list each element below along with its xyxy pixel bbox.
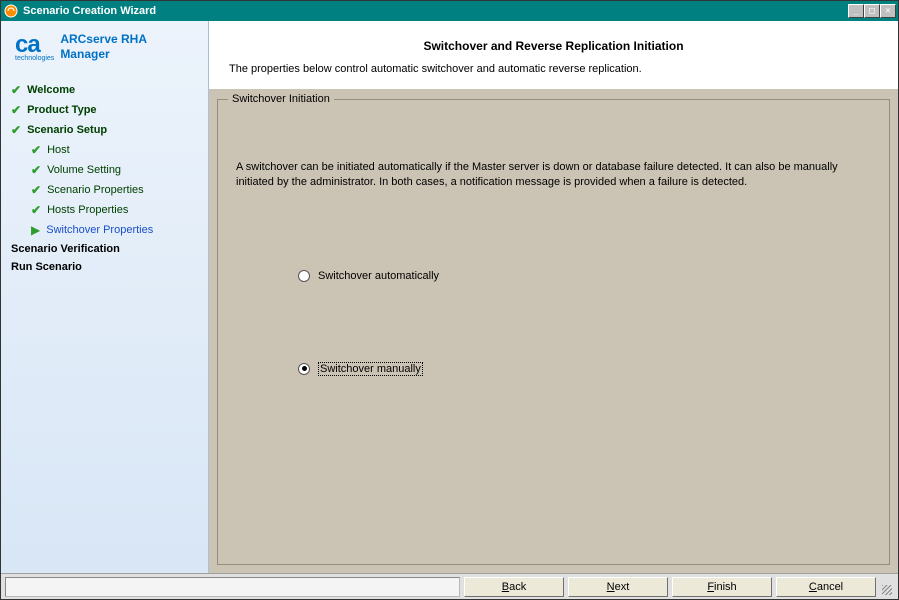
resize-grip[interactable] [880, 577, 894, 597]
nav-scenario-properties[interactable]: ✔ Scenario Properties [9, 180, 200, 200]
next-button[interactable]: Next [568, 577, 668, 597]
nav-hosts-properties[interactable]: ✔ Hosts Properties [9, 200, 200, 220]
branding: ca technologies ARCserve RHA Manager [9, 31, 200, 62]
titlebar[interactable]: Scenario Creation Wizard _ □ × [1, 1, 898, 21]
check-icon: ✔ [31, 203, 41, 217]
nav-scenario-setup[interactable]: ✔ Scenario Setup [9, 120, 200, 140]
nav-run-scenario[interactable]: Run Scenario [9, 258, 200, 276]
close-button[interactable]: × [880, 4, 896, 18]
check-icon: ✔ [31, 163, 41, 177]
check-icon: ✔ [11, 123, 21, 137]
radio-switchover-manual[interactable]: Switchover manually [236, 362, 871, 376]
nav-switchover-properties[interactable]: ▶ Switchover Properties [9, 220, 200, 240]
check-icon: ✔ [31, 143, 41, 157]
page-subtitle: The properties below control automatic s… [229, 63, 878, 75]
check-icon: ✔ [11, 103, 21, 117]
status-bar [5, 577, 460, 597]
check-icon: ✔ [11, 83, 21, 97]
ca-logo: ca technologies [15, 31, 54, 62]
back-button[interactable]: Back [464, 577, 564, 597]
main-panel: Switchover and Reverse Replication Initi… [209, 21, 898, 573]
fieldset-description: A switchover can be initiated automatica… [236, 160, 871, 190]
finish-button[interactable]: Finish [672, 577, 772, 597]
wizard-window: Scenario Creation Wizard _ □ × ca techno… [0, 0, 899, 600]
window-title: Scenario Creation Wizard [23, 5, 848, 17]
fieldset-legend: Switchover Initiation [228, 93, 334, 105]
radio-label: Switchover manually [318, 362, 423, 376]
footer: Back Next Finish Cancel [1, 573, 898, 599]
page-header: Switchover and Reverse Replication Initi… [209, 21, 898, 89]
minimize-button[interactable]: _ [848, 4, 864, 18]
radio-icon [298, 270, 310, 282]
sidebar: ca technologies ARCserve RHA Manager ✔ W… [1, 21, 209, 573]
current-step-icon: ▶ [31, 223, 40, 237]
content: Switchover Initiation A switchover can b… [209, 89, 898, 573]
body: ca technologies ARCserve RHA Manager ✔ W… [1, 21, 898, 573]
maximize-button[interactable]: □ [864, 4, 880, 18]
page-title: Switchover and Reverse Replication Initi… [229, 39, 878, 53]
radio-switchover-auto[interactable]: Switchover automatically [236, 270, 871, 282]
check-icon: ✔ [31, 183, 41, 197]
nav-welcome[interactable]: ✔ Welcome [9, 80, 200, 100]
nav-volume-setting[interactable]: ✔ Volume Setting [9, 160, 200, 180]
cancel-button[interactable]: Cancel [776, 577, 876, 597]
nav-host[interactable]: ✔ Host [9, 140, 200, 160]
window-controls: _ □ × [848, 4, 896, 18]
nav-scenario-verification[interactable]: Scenario Verification [9, 240, 200, 258]
nav-product-type[interactable]: ✔ Product Type [9, 100, 200, 120]
radio-icon [298, 363, 310, 375]
app-icon [3, 3, 19, 19]
radio-label: Switchover automatically [318, 270, 439, 282]
product-name: ARCserve RHA Manager [60, 32, 147, 61]
switchover-fieldset: Switchover Initiation A switchover can b… [217, 99, 890, 565]
